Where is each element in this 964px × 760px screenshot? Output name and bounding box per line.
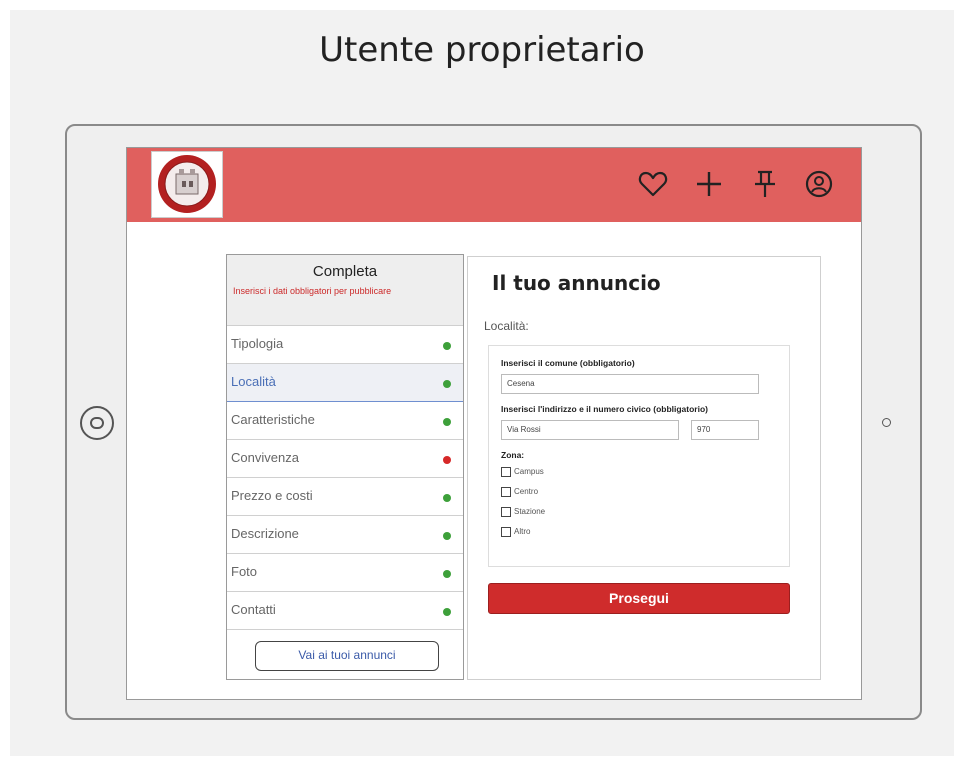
comune-input[interactable]: Cesena	[501, 374, 759, 394]
step-label: Convivenza	[231, 450, 299, 465]
favorites-heart-icon[interactable]	[637, 168, 669, 200]
step-foto[interactable]: Foto	[227, 554, 463, 592]
step-label: Prezzo e costi	[231, 488, 313, 503]
add-plus-icon[interactable]	[693, 168, 725, 200]
status-ok-icon	[443, 608, 451, 616]
status-ok-icon	[443, 418, 451, 426]
step-prezzo[interactable]: Prezzo e costi	[227, 478, 463, 516]
zone-option-stazione[interactable]: Stazione	[501, 502, 777, 522]
pin-icon[interactable]	[749, 168, 781, 200]
required-warning: Inserisci i dati obbligatori per pubblic…	[233, 286, 392, 296]
step-descrizione[interactable]: Descrizione	[227, 516, 463, 554]
status-ok-icon	[443, 380, 451, 388]
zone-label: Zona:	[501, 450, 525, 460]
university-seal-logo[interactable]	[151, 151, 223, 218]
step-tipologia[interactable]: Tipologia	[227, 326, 463, 364]
zone-option-centro[interactable]: Centro	[501, 482, 777, 502]
top-bar	[127, 148, 861, 222]
step-localita[interactable]: Località	[227, 364, 463, 402]
page-title: Utente proprietario	[319, 30, 645, 70]
sidebar-heading: Completa	[312, 263, 378, 280]
camera-icon	[882, 418, 891, 427]
step-contatti[interactable]: Contatti	[227, 592, 463, 630]
tablet-screen: Completa Inserisci i dati obbligatori pe…	[126, 147, 862, 700]
zone-option-label: Altro	[514, 527, 531, 536]
section-label: Località:	[484, 319, 529, 333]
step-label: Località	[231, 374, 276, 389]
step-caratteristiche[interactable]: Caratteristiche	[227, 402, 463, 440]
sidebar-header: Completa Inserisci i dati obbligatori pe…	[227, 255, 463, 326]
user-profile-icon[interactable]	[803, 168, 835, 200]
step-label: Caratteristiche	[231, 412, 315, 427]
checkbox[interactable]	[501, 487, 511, 497]
status-ok-icon	[443, 342, 451, 350]
status-error-icon	[443, 456, 451, 464]
continue-button[interactable]: Prosegui	[488, 583, 790, 614]
zone-option-label: Campus	[514, 467, 544, 476]
address-label: Inserisci l'indirizzo e il numero civico…	[501, 404, 708, 414]
step-label: Tipologia	[231, 336, 284, 351]
status-ok-icon	[443, 532, 451, 540]
zone-option-label: Stazione	[514, 507, 546, 516]
step-label: Contatti	[231, 602, 276, 617]
civic-number-input[interactable]: 970	[691, 420, 759, 440]
comune-label: Inserisci il comune (obbligatorio)	[501, 358, 635, 368]
status-ok-icon	[443, 570, 451, 578]
checkbox[interactable]	[501, 467, 511, 477]
checkbox[interactable]	[501, 527, 511, 537]
my-ads-button[interactable]: Vai ai tuoi annunci	[255, 641, 439, 671]
completion-sidebar: Completa Inserisci i dati obbligatori pe…	[226, 254, 464, 680]
listing-form-panel: Il tuo annuncio Località: Inserisci il c…	[467, 256, 821, 680]
location-form: Inserisci il comune (obbligatorio) Cesen…	[488, 345, 790, 567]
step-label: Descrizione	[231, 526, 299, 541]
panel-title: Il tuo annuncio	[492, 271, 661, 295]
zone-option-altro[interactable]: Altro	[501, 522, 777, 542]
home-button[interactable]	[80, 406, 114, 440]
checkbox[interactable]	[501, 507, 511, 517]
zone-option-label: Centro	[514, 487, 539, 496]
status-ok-icon	[443, 494, 451, 502]
zone-option-campus[interactable]: Campus	[501, 462, 777, 482]
step-convivenza[interactable]: Convivenza	[227, 440, 463, 478]
address-input[interactable]: Via Rossi	[501, 420, 679, 440]
home-button-icon	[90, 417, 104, 429]
step-label: Foto	[231, 564, 258, 579]
